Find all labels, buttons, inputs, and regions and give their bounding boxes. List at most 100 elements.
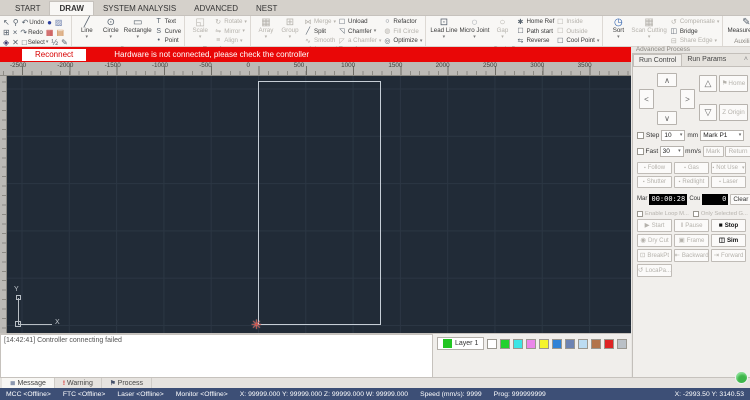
layer-color-swatch[interactable] xyxy=(565,339,575,349)
run-button[interactable]: ⇤ Backward xyxy=(674,249,709,262)
ribbon-small-button[interactable]: ⋈ Merge ▾ xyxy=(304,17,336,27)
step-checkbox[interactable] xyxy=(637,132,644,139)
console-tab[interactable]: ≣ Message xyxy=(2,378,55,388)
layer-color-swatch[interactable] xyxy=(487,339,497,349)
message-log[interactable]: [14:42:41] Controller connecting failed xyxy=(0,334,433,378)
run-button[interactable]: ‖ Pause xyxy=(674,219,709,232)
ribbon-tab[interactable]: START xyxy=(6,2,49,15)
layer-color-swatch[interactable] xyxy=(552,339,562,349)
ribbon-tab[interactable]: SYSTEM ANALYSIS xyxy=(94,2,185,15)
jog-left-button[interactable]: < xyxy=(639,89,654,109)
z-up-button[interactable]: △ xyxy=(699,75,717,92)
ribbon-small-button[interactable]: ◸ a Chamfer ▾ xyxy=(338,36,381,46)
ribbon-small-button[interactable]: ◹ Chamfer ▾ xyxy=(338,27,381,37)
layer-color-swatch[interactable] xyxy=(578,339,588,349)
layer-color-swatch[interactable] xyxy=(513,339,523,349)
mark-button[interactable]: Mark xyxy=(703,146,724,157)
ribbon-big-button[interactable]: ▦ Scan Cutting ▾ xyxy=(630,17,667,39)
jog-up-button[interactable]: ∧ xyxy=(657,73,677,87)
ribbon-small-button[interactable]: ☐ Outside xyxy=(556,27,599,37)
ribbon-big-button[interactable]: ◱ Scale ▾ xyxy=(188,17,212,39)
layer-color-swatch[interactable] xyxy=(539,339,549,349)
fast-value-select[interactable]: 30 ▾ xyxy=(660,146,684,157)
layer-color-swatch[interactable] xyxy=(617,339,627,349)
ribbon-big-button[interactable]: ○ Gap ▾ xyxy=(490,17,514,39)
ribbon-small-button[interactable]: ☐ Cool Point ▾ xyxy=(556,36,599,46)
run-button[interactable]: ■ Stop xyxy=(711,219,746,232)
jog-down-button[interactable]: ∨ xyxy=(657,111,677,125)
layer-color-swatch[interactable] xyxy=(591,339,601,349)
z-down-button[interactable]: ▽ xyxy=(699,104,717,121)
toggle-button[interactable]: ▪ Gas xyxy=(674,162,709,174)
toggle-button[interactable]: ▪ Not Use ▾ xyxy=(711,162,746,174)
view-tool-button[interactable]: ↶ Undo xyxy=(22,18,45,27)
ribbon-small-button[interactable]: ☐ Inside xyxy=(556,17,599,27)
view-tool-button[interactable]: ⚲ xyxy=(13,18,19,27)
view-tool-button[interactable]: ✎ xyxy=(61,38,68,47)
ribbon-big-button[interactable]: ╱ Line ▾ xyxy=(75,17,99,39)
view-tool-button[interactable]: ✕ xyxy=(12,38,19,47)
ribbon-small-button[interactable]: ∿ Smooth xyxy=(304,36,336,46)
run-button[interactable]: ↺ LocaPa... xyxy=(637,264,672,277)
ribbon-small-button[interactable]: ⇋ Mirror ▾ xyxy=(214,27,247,37)
panel-collapse-icon[interactable]: ˄ xyxy=(744,56,748,63)
ribbon-small-button[interactable]: ○ Refactor xyxy=(383,17,422,27)
ribbon-big-button[interactable]: ⊙ Circle ▾ xyxy=(99,17,123,39)
return-button[interactable]: Return xyxy=(725,146,750,157)
layer-color-swatch[interactable] xyxy=(604,339,614,349)
drawing-canvas[interactable]: ✳ Y X xyxy=(7,76,631,333)
run-button[interactable]: ◉ Dry Cut xyxy=(637,234,672,247)
view-tool-button[interactable]: ◈ xyxy=(3,38,9,47)
toggle-button[interactable]: ▪ Laser xyxy=(711,176,746,188)
notification-badge[interactable] xyxy=(735,371,748,384)
ribbon-small-button[interactable]: ≡ Align ▾ xyxy=(214,36,247,46)
option-checkbox-item[interactable]: Enable Loop M... xyxy=(637,211,689,217)
ribbon-big-button[interactable]: ▦ Array ▾ xyxy=(254,17,278,39)
view-tool-button[interactable]: ½ xyxy=(51,38,58,47)
clear-button[interactable]: Clear xyxy=(730,194,750,205)
ribbon-small-button[interactable]: S Curve xyxy=(155,27,182,37)
view-tool-button[interactable]: ▤ xyxy=(56,28,64,37)
ribbon-small-button[interactable]: ◎ Optimize ▾ xyxy=(383,36,422,46)
ribbon-tab[interactable]: ADVANCED xyxy=(185,2,247,15)
ribbon-small-button[interactable]: T Text xyxy=(155,17,182,27)
view-tool-button[interactable]: × xyxy=(13,28,18,37)
run-panel-tab[interactable]: Run Params xyxy=(682,54,731,66)
ribbon-small-button[interactable]: ⇆ Reverse xyxy=(516,36,554,46)
toggle-button[interactable]: ▪ Redlight xyxy=(674,176,709,188)
option-checkbox-item[interactable]: Only Selected G... xyxy=(693,211,748,217)
mark-position-select[interactable]: Mark P1 ▾ xyxy=(700,130,744,141)
ribbon-small-button[interactable]: ↺ Compensate ▾ xyxy=(670,17,720,27)
run-panel-tab[interactable]: Run Control xyxy=(633,54,682,66)
ribbon-big-button[interactable]: ◷ Sort ▾ xyxy=(606,17,630,39)
view-tool-button[interactable]: ● xyxy=(47,18,52,27)
view-tool-button[interactable]: ▦ xyxy=(46,28,54,37)
ribbon-tab[interactable]: NEST xyxy=(247,2,286,15)
ribbon-small-button[interactable]: ↻ Rotate ▾ xyxy=(214,17,247,27)
ribbon-big-button[interactable]: ◌ Micro Joint ▾ xyxy=(459,17,491,39)
toggle-button[interactable]: ▪ Shutter xyxy=(637,176,672,188)
run-button[interactable]: ◫ Sim xyxy=(711,234,746,247)
ribbon-big-button[interactable]: ⊡ Lead Line ▾ xyxy=(429,17,458,39)
layer-color-swatch[interactable] xyxy=(500,339,510,349)
z-origin-button[interactable]: Z Origin xyxy=(719,104,748,121)
ribbon-small-button[interactable]: • Point xyxy=(155,36,182,46)
ribbon-tab[interactable]: DRAW xyxy=(49,1,93,15)
ribbon-big-button[interactable]: ⊞ Group ▾ xyxy=(278,17,302,39)
ribbon-big-button[interactable]: ▭ Rectangle ▾ xyxy=(123,17,153,39)
view-tool-button[interactable]: □ Select ▾ xyxy=(22,38,49,47)
view-tool-button[interactable]: ⊞ xyxy=(3,28,10,37)
jog-right-button[interactable]: > xyxy=(680,89,695,109)
ribbon-small-button[interactable]: ╱ Split xyxy=(304,27,336,37)
ribbon-small-button[interactable]: ◍ Fill Circle xyxy=(383,27,422,37)
console-tab[interactable]: ! Warning xyxy=(55,378,102,388)
fast-checkbox[interactable] xyxy=(637,148,644,155)
ribbon-small-button[interactable]: ◫ Bridge xyxy=(670,27,720,37)
run-button[interactable]: ▶ Start xyxy=(637,219,672,232)
step-value-select[interactable]: 10 ▾ xyxy=(661,130,685,141)
ribbon-small-button[interactable]: ☐ Unload xyxy=(338,17,381,27)
home-button[interactable]: ⚑ Home xyxy=(719,75,748,92)
ribbon-big-button[interactable]: ✎ Measurement xyxy=(726,17,750,35)
reconnect-button[interactable]: Reconnect xyxy=(22,49,86,61)
ribbon-small-button[interactable]: ⊟ Share Edge ▾ xyxy=(670,36,720,46)
